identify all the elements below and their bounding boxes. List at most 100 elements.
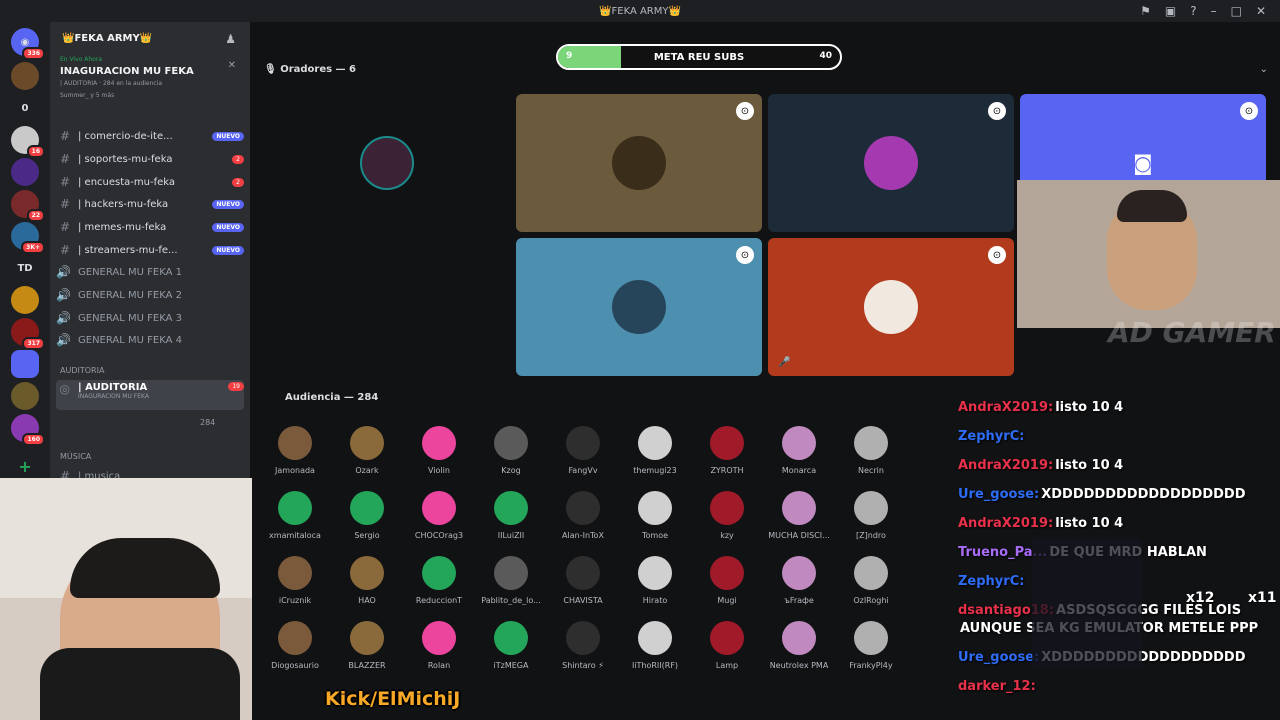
audience-member[interactable]: iTzMEGA [478,621,544,685]
server-icon[interactable]: 16 [11,126,45,158]
audience-member[interactable]: iCruznik [262,556,328,620]
audience-member[interactable]: MUCHA DISCI... [766,491,832,555]
audience-name: IiThoRII(RF) [631,661,679,670]
audience-member[interactable]: Neutrolex PMA [766,621,832,685]
screen-icon[interactable]: ▣ [1165,4,1176,18]
audience-member[interactable]: [Z]ndro [838,491,904,555]
server-header[interactable]: 👑FEKA ARMY👑 ♟ [50,22,250,54]
stage-channel-item[interactable]: ◎ | AUDITORIA INAGURACION MU FEKA 19 [56,380,244,410]
audience-member[interactable]: kzy [694,491,760,555]
audience-member[interactable]: Kzog [478,426,544,490]
category-auditoria[interactable]: AUDITORIA [60,366,104,375]
server-td[interactable]: TD [11,254,39,282]
audience-member[interactable]: themugi23 [622,426,688,490]
voice-channel-item[interactable]: 🔊 GENERAL MU FEKA 1 [56,262,244,282]
close-icon[interactable]: ✕ [228,60,236,72]
server-icon[interactable]: 22 [11,190,45,222]
screen-share-icon[interactable]: ⊙ [988,246,1006,264]
channel-item[interactable]: # | memes-mu-feka NUEVO [56,217,244,237]
speaker-icon: 🔊 [56,288,71,302]
audience-member[interactable]: CHAVISTA [550,556,616,620]
voice-channel-item[interactable]: 🔊 GENERAL MU FEKA 4 [56,330,244,350]
add-server-icon[interactable]: + [11,452,39,480]
audience-name: MUCHA DISCI... [768,531,830,540]
server-icon[interactable]: 160 [11,414,45,446]
server-icon[interactable] [11,382,39,410]
audience-member[interactable]: Jamonada [262,426,328,490]
server-folder[interactable]: 0 [11,94,39,122]
audience-member[interactable]: Violin [406,426,472,490]
speaker-tile[interactable]: ⊙ [516,238,762,376]
audience-name: ReduccionT [415,596,463,605]
screen-share-icon[interactable]: ⊙ [736,246,754,264]
audience-member[interactable]: Necrin [838,426,904,490]
audience-member[interactable]: Shintaro ⚡ [550,621,616,685]
audience-member[interactable]: Monarca [766,426,832,490]
screen-share-icon[interactable]: ⊙ [988,102,1006,120]
avatar [782,621,816,655]
server-icon[interactable] [11,62,39,90]
audience-member[interactable]: ZYROTH [694,426,760,490]
server-icon[interactable] [11,286,39,314]
audience-member[interactable]: Diogosaurio [262,621,328,685]
server-icon[interactable]: 317 [11,318,45,350]
audience-member[interactable]: Ozark [334,426,400,490]
audience-member[interactable]: xmamitaloca [262,491,328,555]
maximize-button[interactable]: □ [1231,4,1242,18]
speaker-icon: 🔊 [56,311,71,325]
help-icon[interactable]: ? [1190,4,1196,18]
audience-member[interactable]: FangVv [550,426,616,490]
minimize-button[interactable]: – [1211,4,1217,18]
chat-message: AndraX2019: listo 10 4 [958,516,1123,531]
live-event-banner[interactable]: En Vivo Ahora INAGURACION MU FEKA | AUDI… [50,54,250,102]
channel-item[interactable]: # | soportes-mu-feka 2 [56,149,244,169]
audience-name: FangVv [568,466,598,475]
inbox-icon[interactable]: ⚑ [1140,4,1151,18]
channel-item[interactable]: # | comercio-de-ite... NUEVO [56,126,244,146]
chevron-down-icon[interactable]: ⌄ [1260,64,1268,75]
audience-member[interactable]: Lamp [694,621,760,685]
audience-member[interactable]: OzIRoghi [838,556,904,620]
channel-item[interactable]: # | encuesta-mu-feka 2 [56,172,244,192]
audience-member[interactable]: Pablito_de_lo... [478,556,544,620]
server-icon[interactable] [11,158,39,186]
voice-channel-item[interactable]: 🔊 GENERAL MU FEKA 2 [56,285,244,305]
close-button[interactable]: ✕ [1256,4,1266,18]
avatar [566,426,600,460]
audience-member[interactable]: Rolan [406,621,472,685]
add-member-icon[interactable]: ♟ [225,32,236,46]
avatar [638,621,672,655]
audience-member[interactable]: ReduccionT [406,556,472,620]
screen-share-icon[interactable]: ⊙ [736,102,754,120]
speaker-tile[interactable] [264,94,510,232]
voice-channel-item[interactable]: 🔊 GENERAL MU FEKA 3 [56,308,244,328]
speaker-tile[interactable]: ⊙ [516,94,762,232]
audience-member[interactable]: Sergio [334,491,400,555]
server-folder[interactable] [11,350,39,378]
audience-member[interactable]: Tomoe [622,491,688,555]
audience-member[interactable]: IILuiZII [478,491,544,555]
audience-member[interactable]: Alan-InToX [550,491,616,555]
channel-item[interactable]: # | hackers-mu-feka NUEVO [56,194,244,214]
obs-chat-overlay [1032,538,1142,668]
speaker-tile[interactable]: ⊙ 🎤 [768,238,1014,376]
chat-text: listo 10 4 [1055,400,1124,415]
avatar [864,136,918,190]
audience-member[interactable]: Hirato [622,556,688,620]
screen-share-icon[interactable]: ⊙ [1240,102,1258,120]
chat-username: darker_12: [958,679,1036,694]
audience-member[interactable]: HAO [334,556,400,620]
avatar [864,280,918,334]
goal-label: META REU SUBS [653,52,745,63]
audience-member[interactable]: CHOCOrag3 [406,491,472,555]
speaker-tile[interactable]: ⊙ [768,94,1014,232]
audience-member[interactable]: BLAZZER [334,621,400,685]
audience-member[interactable]: IiThoRII(RF) [622,621,688,685]
server-discord-home[interactable]: ◉ 336 [11,28,45,60]
category-musica[interactable]: MÚSICA [60,452,91,461]
server-icon[interactable]: 3K+ [11,222,45,254]
channel-item[interactable]: # | streamers-mu-fe... NUEVO [56,240,244,260]
audience-member[interactable]: FrankyPl4y [838,621,904,685]
audience-member[interactable]: ъFraфe [766,556,832,620]
audience-member[interactable]: Mugi [694,556,760,620]
